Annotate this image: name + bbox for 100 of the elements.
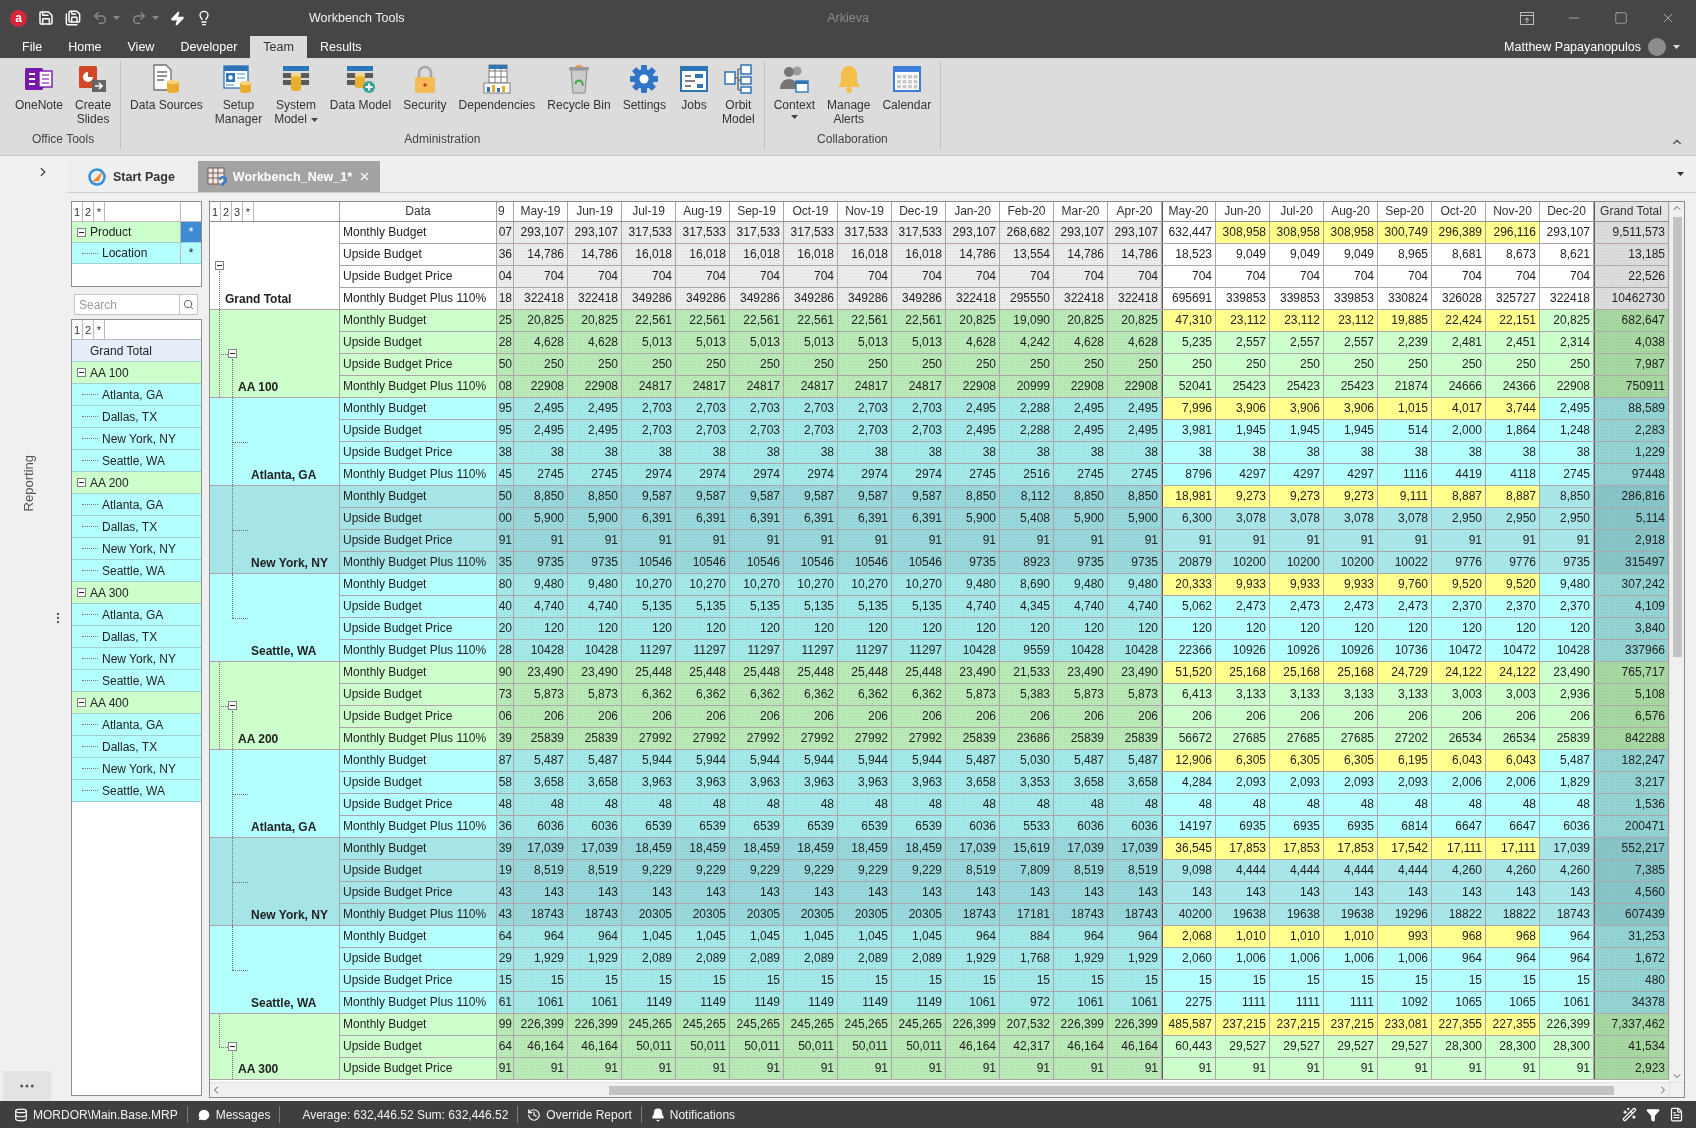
tree-row[interactable]: Seattle, WA xyxy=(72,670,201,692)
maximize-icon[interactable] xyxy=(1614,11,1628,25)
collapse-icon[interactable] xyxy=(77,588,86,597)
lightbulb-icon[interactable] xyxy=(196,10,212,26)
ribbon-button[interactable]: Manage Alerts xyxy=(822,61,876,126)
ribbon-button[interactable]: Context xyxy=(768,61,821,119)
menu-tab[interactable]: Home xyxy=(55,36,115,58)
ribbon-button[interactable]: Calendar xyxy=(877,61,937,112)
collapse-icon[interactable] xyxy=(77,368,86,377)
level-button[interactable]: 2 xyxy=(83,320,94,339)
tree-row[interactable]: Atlanta, GA xyxy=(72,494,201,516)
tree-row[interactable]: New York, NY xyxy=(72,758,201,780)
bell-icon[interactable] xyxy=(650,1107,665,1122)
tree-row[interactable]: AA 200 xyxy=(72,472,201,494)
tree-row[interactable]: Atlanta, GA xyxy=(72,384,201,406)
tree-row[interactable]: Grand Total xyxy=(72,340,201,362)
tree-row[interactable]: New York, NY xyxy=(72,428,201,450)
menu-tab[interactable]: Results xyxy=(306,36,375,58)
ribbon-button[interactable]: Dependencies xyxy=(453,61,541,112)
collapse-icon[interactable] xyxy=(228,348,237,358)
dimension-marker[interactable]: * xyxy=(180,222,201,242)
dimension-marker[interactable]: * xyxy=(180,243,201,263)
ribbon-button[interactable]: Create Slides xyxy=(70,61,117,126)
tree-row[interactable]: New York, NY xyxy=(72,648,201,670)
collapse-icon[interactable] xyxy=(77,227,86,237)
ribbon-button[interactable]: Jobs xyxy=(673,61,715,112)
menu-tab[interactable]: View xyxy=(114,36,168,58)
tree-row[interactable]: Seattle, WA xyxy=(72,560,201,582)
user-name[interactable]: Matthew Papayanopulos xyxy=(1504,40,1641,54)
level-button[interactable]: 1 xyxy=(210,202,221,221)
table-cell: 21,533 xyxy=(1000,662,1054,683)
vertical-scrollbar[interactable] xyxy=(1669,202,1684,1082)
avatar[interactable] xyxy=(1648,38,1666,56)
caret-icon[interactable] xyxy=(790,115,798,119)
lightning-icon[interactable] xyxy=(170,10,185,26)
scroll-thumb[interactable] xyxy=(609,1085,1614,1095)
ribbon-button[interactable]: Security xyxy=(398,61,452,112)
table-cell: 15 xyxy=(497,970,514,991)
collapse-icon[interactable] xyxy=(215,260,224,270)
side-panel-tab[interactable]: Reporting xyxy=(21,455,36,512)
row-group-label: New York, NY xyxy=(250,556,328,572)
clock-arrow-icon[interactable] xyxy=(527,1107,542,1122)
ribbon-button[interactable]: Settings xyxy=(617,61,671,112)
ribbon-button[interactable]: System Model xyxy=(269,61,323,126)
collapse-icon[interactable] xyxy=(228,1041,237,1051)
collapse-icon[interactable] xyxy=(77,478,86,487)
caret-icon[interactable] xyxy=(310,117,318,122)
tree-row[interactable]: Dallas, TX xyxy=(72,736,201,758)
filter-icon[interactable] xyxy=(1646,1107,1660,1122)
document-icon[interactable] xyxy=(1669,1107,1684,1122)
menu-tab[interactable]: Team xyxy=(250,36,307,58)
tree-row[interactable]: AA 100 xyxy=(72,362,201,384)
tree-row[interactable]: New York, NY xyxy=(72,538,201,560)
tree-row[interactable]: Dallas, TX xyxy=(72,406,201,428)
tree-row[interactable]: Atlanta, GA xyxy=(72,604,201,626)
level-button[interactable]: * xyxy=(94,320,105,339)
level-button[interactable]: 1 xyxy=(72,202,83,221)
level-button[interactable]: * xyxy=(94,202,105,221)
override-report-link[interactable]: Override Report xyxy=(546,1107,632,1122)
table-cell: 250 xyxy=(1270,354,1324,375)
ribbon-button[interactable]: Setup Manager xyxy=(209,61,268,126)
caret-icon[interactable] xyxy=(1673,45,1680,49)
caret-icon[interactable] xyxy=(1677,172,1684,176)
ribbon-button[interactable]: OneNote xyxy=(10,61,69,112)
ribbon-button[interactable]: Recycle Bin xyxy=(542,61,616,112)
level-button[interactable]: * xyxy=(243,202,254,221)
messages-link[interactable]: Messages xyxy=(215,1107,271,1122)
collapse-icon[interactable] xyxy=(77,698,86,707)
level-button[interactable]: 2 xyxy=(83,202,94,221)
search-icon[interactable] xyxy=(179,294,198,315)
tree-row[interactable]: Seattle, WA xyxy=(72,780,201,802)
tree-row[interactable]: Dallas, TX xyxy=(72,516,201,538)
magic-wand-icon[interactable] xyxy=(1622,1107,1637,1122)
level-button[interactable]: 3 xyxy=(232,202,243,221)
menu-tab[interactable]: File xyxy=(9,36,56,58)
level-button[interactable]: 1 xyxy=(72,320,83,339)
save-icon[interactable] xyxy=(38,10,54,26)
tree-row[interactable]: Seattle, WA xyxy=(72,450,201,472)
document-tab[interactable]: Start Page xyxy=(78,161,184,192)
table-cell: 27992 xyxy=(730,728,784,749)
scroll-thumb[interactable] xyxy=(1672,217,1682,657)
tree-row[interactable]: Dallas, TX xyxy=(72,626,201,648)
ribbon-button[interactable]: Data Model xyxy=(324,61,397,112)
notifications-link[interactable]: Notifications xyxy=(669,1107,736,1122)
save-all-icon[interactable] xyxy=(65,10,81,26)
app-logo[interactable]: a xyxy=(10,9,27,27)
ribbon-button[interactable]: Data Sources xyxy=(125,61,208,112)
tree-row[interactable]: AA 400 xyxy=(72,692,201,714)
search-field[interactable]: Search xyxy=(74,294,179,315)
box-arrow-up-icon[interactable] xyxy=(1520,11,1534,25)
ribbon-button[interactable]: Orbit Model xyxy=(717,61,760,126)
table-cell: 2,473 xyxy=(1216,596,1270,617)
collapse-icon[interactable] xyxy=(228,700,237,710)
menu-tab[interactable]: Developer xyxy=(167,36,251,58)
level-button[interactable]: 2 xyxy=(221,202,232,221)
table-cell: 17,039 xyxy=(1054,838,1108,859)
horizontal-scrollbar[interactable] xyxy=(210,1082,1669,1097)
tree-row[interactable]: Atlanta, GA xyxy=(72,714,201,736)
tree-row[interactable]: AA 300 xyxy=(72,582,201,604)
chat-bubble-icon[interactable] xyxy=(196,1107,211,1122)
